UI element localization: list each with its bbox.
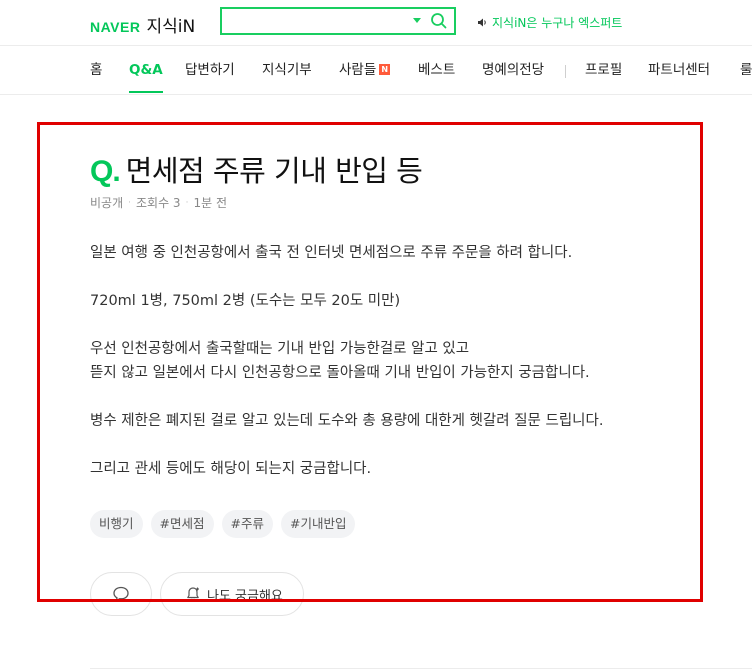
tag-list: 비행기 #면세점 #주류 #기내반입 xyxy=(90,510,363,538)
view-count: 조회수 3 xyxy=(136,196,181,210)
body-line: 우선 인천공항에서 출국할때는 기내 반입 가능한걸로 알고 있고 xyxy=(90,341,470,357)
meta-dot: · xyxy=(128,197,131,208)
tag[interactable]: 비행기 xyxy=(90,510,143,538)
me-too-curious-label: 나도 궁금해요 xyxy=(207,588,283,604)
search-dropdown-icon[interactable] xyxy=(413,18,421,23)
speaker-icon xyxy=(478,18,486,27)
tag[interactable]: #기내반입 xyxy=(280,510,356,538)
post-time: 1분 전 xyxy=(193,196,227,210)
body-line: 일본 여행 중 인천공항에서 출국 전 인터넷 면세점으로 주류 주문을 하려 … xyxy=(90,245,573,261)
meta-dot: · xyxy=(185,197,189,208)
tab-profile[interactable]: 프로필 xyxy=(585,47,622,93)
bell-icon xyxy=(187,587,199,601)
comment-icon xyxy=(113,586,129,602)
body-line: 병수 제한은 폐지된 걸로 알고 있는데 도수와 총 용량에 대한게 헷갈려 질… xyxy=(90,413,604,429)
me-too-curious-button[interactable]: 나도 궁금해요 xyxy=(160,572,304,616)
tab-best[interactable]: 베스트 xyxy=(418,47,455,93)
tab-home[interactable]: 홈 xyxy=(90,47,102,93)
tab-people-label: 사람들 xyxy=(339,62,377,78)
search-icon[interactable] xyxy=(429,11,449,31)
tag[interactable]: #면세점 xyxy=(150,510,214,538)
author: 비공개 xyxy=(90,196,124,210)
logo[interactable]: NAVER 지식iN xyxy=(90,12,195,37)
new-badge: N xyxy=(379,63,391,75)
comment-button[interactable] xyxy=(90,572,152,616)
question-title: Q. 면세점 주류 기내 반입 등 xyxy=(90,148,423,190)
question-mark: Q. xyxy=(90,155,121,188)
question-title-text: 면세점 주류 기내 반입 등 xyxy=(125,154,423,188)
kin-logo[interactable]: 지식iN xyxy=(146,12,195,37)
tab-qna[interactable]: Q&A xyxy=(129,47,163,93)
search-input[interactable] xyxy=(222,9,402,33)
tab-answer[interactable]: 답변하기 xyxy=(185,47,235,93)
naver-logo[interactable]: NAVER xyxy=(90,19,140,35)
search-box xyxy=(220,7,456,35)
tab-people[interactable]: 사람들 N xyxy=(339,47,391,93)
header: NAVER 지식iN 지식iN은 누구나 엑스퍼트 xyxy=(0,0,752,46)
tab-hall-of-fame[interactable]: 명예의전당 xyxy=(482,47,544,93)
tab-donate[interactable]: 지식기부 xyxy=(262,47,312,93)
nav-divider xyxy=(565,65,566,78)
tab-rules[interactable]: 룰 xyxy=(740,47,752,93)
body-line: 720ml 1병, 750ml 2병 (도수는 모두 20도 미만) xyxy=(90,293,401,309)
question-actions: 나도 궁금해요 xyxy=(90,572,304,616)
tag[interactable]: #주류 xyxy=(221,510,273,538)
main-nav: 홈 Q&A 답변하기 지식기부 사람들 N 베스트 명예의전당 프로필 파트너센터… xyxy=(0,47,752,95)
section-divider xyxy=(90,668,752,672)
notice-text[interactable]: 지식iN은 누구나 엑스퍼트 xyxy=(492,14,622,31)
body-line: 뜯지 않고 일본에서 다시 인천공항으로 돌아올때 기내 반입이 가능한지 궁금… xyxy=(90,365,590,381)
question-meta: 비공개 · 조회수 3 · 1분 전 xyxy=(90,194,227,211)
question-body: 일본 여행 중 인천공항에서 출국 전 인터넷 면세점으로 주류 주문을 하려 … xyxy=(90,241,690,481)
expert-notice-link[interactable]: 지식iN은 누구나 엑스퍼트 xyxy=(477,14,622,31)
body-line: 그리고 관세 등에도 해당이 되는지 궁금합니다. xyxy=(90,461,372,477)
tab-partner-center[interactable]: 파트너센터 xyxy=(648,47,710,93)
